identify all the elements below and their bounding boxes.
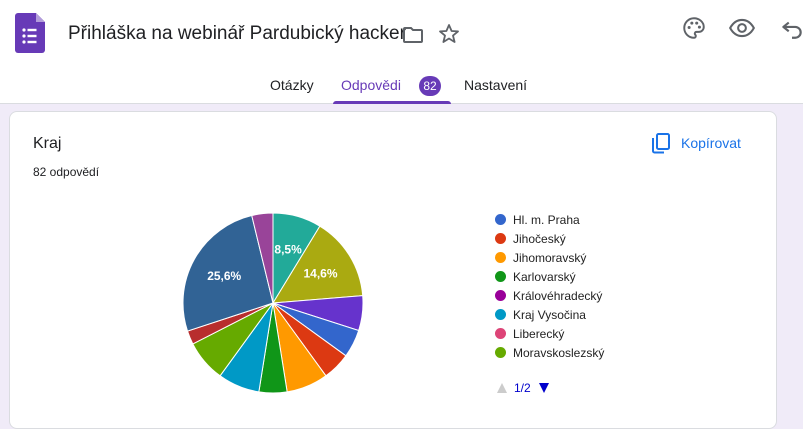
pie-slice-label: 8,5%: [274, 242, 302, 256]
forms-app-icon[interactable]: [15, 13, 45, 53]
question-summary-card: Kraj 82 odpovědí Kopírovat 8,5% 14,6% 25,6…: [9, 111, 777, 429]
palette-icon[interactable]: [681, 15, 707, 41]
legend-label: Kraj Vysočina: [513, 308, 586, 322]
response-count: 82 odpovědí: [33, 165, 100, 179]
tab-bar: Otázky Odpovědi 82 Nastavení: [0, 64, 803, 104]
pie-chart: 8,5%14,6% 25,6%: [182, 212, 364, 394]
top-bar: Přihláška na webinář Pardubický hacker O…: [0, 0, 803, 104]
tab-settings[interactable]: Nastavení: [464, 64, 534, 104]
chart-legend: Hl. m. Praha Jihočeský Jihomoravský Karlova…: [495, 212, 645, 364]
legend-item[interactable]: Jihočeský: [495, 231, 645, 250]
copy-icon: [652, 133, 670, 154]
responses-count-badge: 82: [419, 76, 441, 96]
legend-item[interactable]: Karlovarský: [495, 269, 645, 288]
undo-icon[interactable]: [779, 15, 803, 41]
tab-responses[interactable]: Odpovědi 82: [333, 64, 451, 104]
legend-label: Jihomoravský: [513, 251, 587, 265]
folder-icon[interactable]: [401, 23, 425, 47]
copy-label: Kopírovat: [681, 135, 741, 151]
legend-page-indicator: 1/2: [514, 381, 531, 395]
copy-chart-button[interactable]: Kopírovat: [650, 130, 741, 156]
legend-color-dot: [495, 309, 506, 320]
legend-item[interactable]: Hl. m. Praha: [495, 212, 645, 231]
document-title[interactable]: Přihláška na webinář Pardubický hacker: [68, 23, 406, 45]
legend-prev-arrow-icon: [497, 383, 507, 393]
legend-item[interactable]: Kraj Vysočina: [495, 307, 645, 326]
legend-color-dot: [495, 271, 506, 282]
legend-color-dot: [495, 328, 506, 339]
legend-item[interactable]: Liberecký: [495, 326, 645, 345]
star-icon[interactable]: [437, 22, 461, 46]
legend-color-dot: [495, 252, 506, 263]
pie-slice-label: 14,6%: [303, 267, 337, 281]
legend-color-dot: [495, 233, 506, 244]
active-tab-indicator: [333, 101, 451, 104]
question-title: Kraj: [33, 135, 62, 152]
legend-label: Hl. m. Praha: [513, 213, 580, 227]
legend-label: Jihočeský: [513, 232, 566, 246]
legend-item[interactable]: Moravskoslezský: [495, 345, 645, 364]
legend-label: Královéhradecký: [513, 289, 603, 303]
legend-color-dot: [495, 290, 506, 301]
tab-questions[interactable]: Otázky: [270, 64, 320, 104]
legend-label: Liberecký: [513, 327, 565, 341]
legend-item[interactable]: Jihomoravský: [495, 250, 645, 269]
preview-eye-icon[interactable]: [728, 15, 756, 41]
legend-label: Karlovarský: [513, 270, 576, 284]
legend-label: Moravskoslezský: [513, 346, 605, 360]
tab-responses-label: Odpovědi: [341, 77, 401, 93]
legend-color-dot: [495, 214, 506, 225]
legend-item[interactable]: Královéhradecký: [495, 288, 645, 307]
legend-color-dot: [495, 347, 506, 358]
pie-slice-label: 25,6%: [207, 269, 241, 283]
legend-next-arrow-icon[interactable]: [538, 382, 550, 394]
